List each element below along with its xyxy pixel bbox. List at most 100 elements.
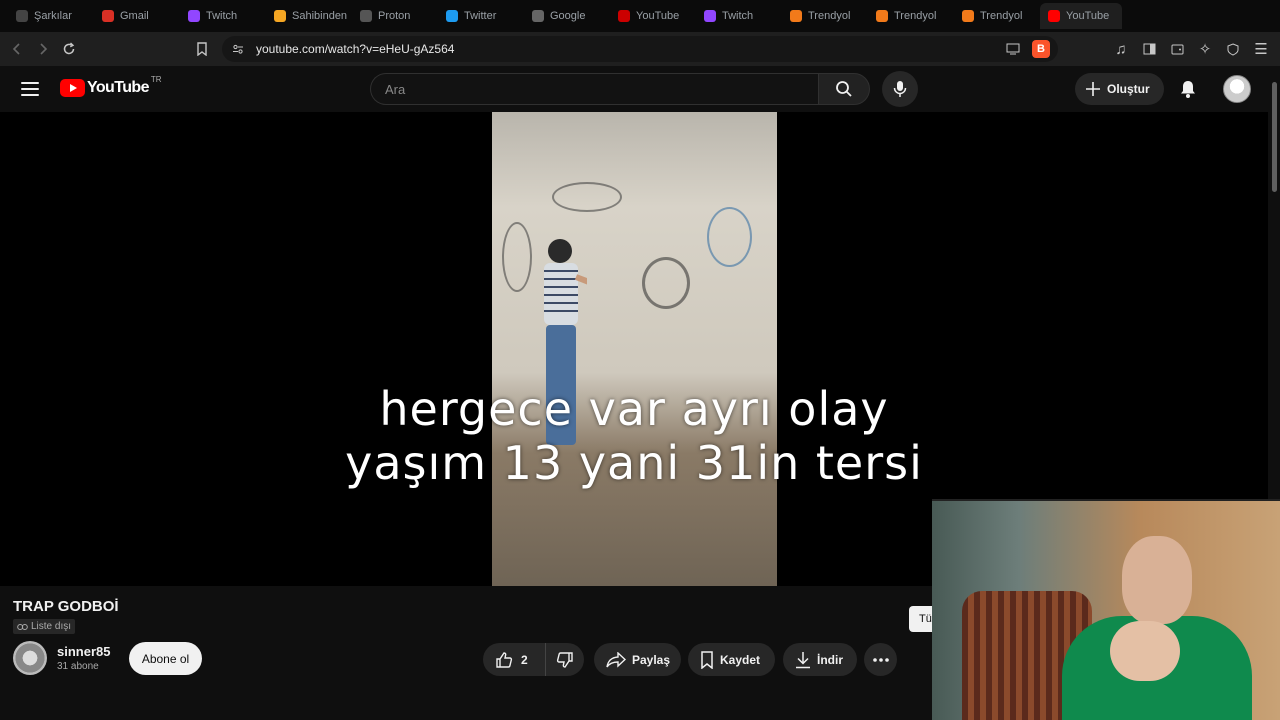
search-box xyxy=(370,73,818,105)
hamburger-menu-icon[interactable] xyxy=(18,77,42,101)
subscriber-count: 31 abone xyxy=(57,661,99,672)
browser-toolbar: youtube.com/watch?v=eHeU-gAz564 B ♫ ✧ ☰ xyxy=(0,32,1280,66)
share-label: Paylaş xyxy=(632,652,671,667)
share-icon xyxy=(606,651,626,668)
visibility-label: Liste dışı xyxy=(31,621,72,632)
youtube-play-icon xyxy=(60,79,85,97)
video-frame xyxy=(492,112,777,586)
like-count: 2 xyxy=(521,652,528,667)
browser-tab[interactable]: Twitch xyxy=(696,3,778,29)
tab-favicon-icon xyxy=(532,10,544,22)
browser-menu-icon[interactable]: ☰ xyxy=(1248,36,1274,62)
browser-tab[interactable]: YouTube xyxy=(610,3,692,29)
reload-icon[interactable] xyxy=(56,36,82,62)
sidebar-icon[interactable] xyxy=(1136,36,1162,62)
create-button[interactable]: Oluştur xyxy=(1075,73,1164,105)
tab-label: Sahibinden xyxy=(292,10,348,22)
browser-tab[interactable]: Sahibinden xyxy=(266,3,348,29)
vpn-icon[interactable] xyxy=(1220,36,1246,62)
browser-tab[interactable]: Google xyxy=(524,3,606,29)
browser-tab[interactable]: Trendyol xyxy=(782,3,864,29)
address-url: youtube.com/watch?v=eHeU-gAz564 xyxy=(256,42,455,56)
streamer-head xyxy=(1122,536,1192,624)
browser-tab-strip: Şarkılar Gmail Twitch Sahibinden Proton Twitt… xyxy=(0,0,1280,32)
tab-label: Trendyol xyxy=(980,10,1023,22)
search-button[interactable] xyxy=(818,73,870,105)
download-button[interactable]: İndir xyxy=(783,643,857,676)
thumbs-up-icon xyxy=(496,651,513,668)
cast-icon[interactable] xyxy=(1004,40,1022,58)
account-avatar[interactable] xyxy=(1223,75,1251,103)
tab-label: Trendyol xyxy=(808,10,851,22)
link-icon xyxy=(17,623,28,630)
tab-label: Trendyol xyxy=(894,10,937,22)
address-bar[interactable]: youtube.com/watch?v=eHeU-gAz564 B xyxy=(222,36,1058,62)
like-button[interactable]: 2 xyxy=(483,643,545,676)
tab-label: Twitch xyxy=(206,10,238,22)
browser-tab[interactable]: Trendyol xyxy=(868,3,950,29)
tab-favicon-icon xyxy=(704,10,716,22)
tab-label: Gmail xyxy=(120,10,149,22)
tab-label: YouTube xyxy=(636,10,680,22)
voice-search-button[interactable] xyxy=(882,71,918,107)
video-title: TRAP GODBOİ xyxy=(13,598,119,615)
tab-label: Twitter xyxy=(464,10,497,22)
create-label: Oluştur xyxy=(1107,82,1150,96)
youtube-logo[interactable]: YouTube TR xyxy=(60,75,162,97)
subscribe-button[interactable]: Abone ol xyxy=(129,642,202,675)
more-dots-icon xyxy=(872,657,889,662)
tab-favicon-icon xyxy=(446,10,458,22)
browser-tab[interactable]: Twitter xyxy=(438,3,520,29)
brave-shields-icon[interactable]: B xyxy=(1032,40,1050,58)
notifications-bell-icon[interactable] xyxy=(1176,77,1200,101)
filter-chip[interactable]: Tü xyxy=(909,606,932,632)
tab-favicon-icon xyxy=(962,10,974,22)
bookmark-icon[interactable] xyxy=(189,36,215,62)
save-button[interactable]: Kaydet xyxy=(688,643,775,676)
share-button[interactable]: Paylaş xyxy=(594,643,681,676)
save-bookmark-icon xyxy=(701,650,713,669)
caption-line-1: hergece var ayrı olay xyxy=(379,382,889,436)
tab-favicon-icon xyxy=(16,10,28,22)
save-label: Kaydet xyxy=(720,652,761,667)
browser-tab[interactable]: Şarkılar xyxy=(8,3,90,29)
tab-label: YouTube xyxy=(1066,10,1110,22)
tab-label: Google xyxy=(550,10,586,22)
forward-icon[interactable] xyxy=(30,36,56,62)
tab-favicon-icon xyxy=(274,10,286,22)
tab-label: Twitch xyxy=(722,10,754,22)
music-icon[interactable]: ♫ xyxy=(1108,36,1134,62)
download-icon xyxy=(796,651,810,668)
webcam-overlay xyxy=(932,499,1280,720)
browser-tab[interactable]: Proton xyxy=(352,3,434,29)
tab-label: Şarkılar xyxy=(34,10,72,22)
browser-tab[interactable]: Gmail xyxy=(94,3,176,29)
thumbs-down-icon xyxy=(556,651,573,668)
graffiti-mark xyxy=(642,257,690,309)
visibility-badge: Liste dışı xyxy=(13,619,76,634)
logo-text: YouTube xyxy=(87,79,149,96)
browser-tab[interactable]: YouTube xyxy=(1040,3,1122,29)
channel-avatar[interactable] xyxy=(13,641,47,675)
channel-name[interactable]: sinner85 xyxy=(57,644,110,659)
site-settings-icon[interactable] xyxy=(232,43,244,55)
graffiti-mark xyxy=(707,207,752,267)
tab-favicon-icon xyxy=(360,10,372,22)
search-input[interactable] xyxy=(385,81,818,97)
tab-favicon-icon xyxy=(790,10,802,22)
dislike-button[interactable] xyxy=(545,643,584,676)
microphone-icon xyxy=(893,81,907,97)
streamer-hands xyxy=(1110,621,1180,681)
plus-icon xyxy=(1086,82,1100,96)
browser-tab[interactable]: Twitch xyxy=(180,3,262,29)
scrollbar-thumb[interactable] xyxy=(1272,82,1277,192)
more-actions-button[interactable] xyxy=(864,643,897,676)
wallet-icon[interactable] xyxy=(1164,36,1190,62)
browser-tab[interactable]: Trendyol xyxy=(954,3,1036,29)
tab-label: Proton xyxy=(378,10,411,22)
leo-ai-icon[interactable]: ✧ xyxy=(1192,36,1218,62)
back-icon[interactable] xyxy=(4,36,30,62)
video-caption: hergece var ayrı olay yaşım 13 yani 31in… xyxy=(300,382,968,490)
country-code: TR xyxy=(150,75,162,84)
download-label: İndir xyxy=(817,652,843,667)
